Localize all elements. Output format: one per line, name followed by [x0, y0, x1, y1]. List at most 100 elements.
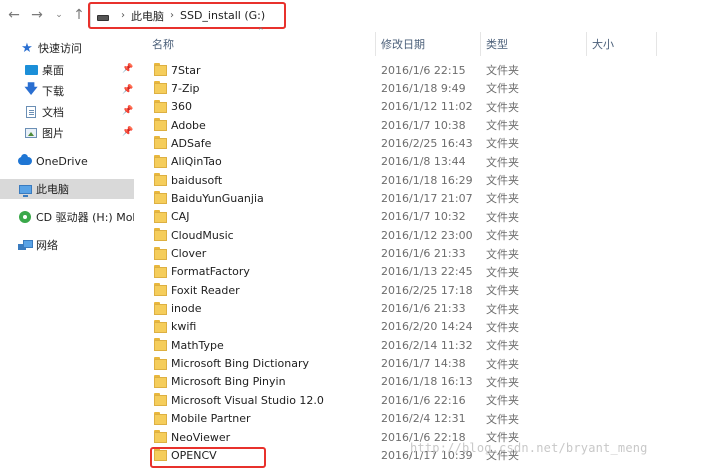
forward-button[interactable]: → [28, 6, 46, 24]
file-row[interactable]: 7-Zip 2016/1/18 9:49 文件夹 [134, 79, 720, 97]
file-modified-date: 2016/2/25 17:18 [381, 283, 473, 297]
folder-icon [154, 338, 167, 352]
sidebar-item-quick-access[interactable]: ★ 快速访问 [0, 38, 134, 58]
folder-icon [154, 154, 167, 168]
file-modified-date: 2016/1/17 21:07 [381, 191, 473, 205]
file-row[interactable]: FormatFactory 2016/1/13 22:45 文件夹 [134, 263, 720, 281]
folder-icon [154, 283, 167, 297]
sidebar-item-network[interactable]: 网络 [0, 235, 134, 255]
folder-icon [154, 173, 167, 187]
file-name: AliQinTao [171, 155, 222, 169]
file-row[interactable]: CAJ 2016/1/7 10:32 文件夹 [134, 208, 720, 226]
file-modified-date: 2016/2/14 11:32 [381, 338, 473, 352]
folder-icon [154, 118, 167, 132]
desktop-icon [24, 63, 38, 77]
folder-icon [154, 319, 167, 333]
folder-icon [154, 430, 167, 443]
file-row[interactable]: kwifi 2016/2/20 14:24 文件夹 [134, 318, 720, 336]
sidebar-item-label: 此电脑 [36, 183, 69, 196]
file-row[interactable]: BaiduYunGuanjia 2016/1/17 21:07 文件夹 [134, 189, 720, 207]
file-type: 文件夹 [486, 174, 519, 188]
file-name: inode [171, 302, 202, 316]
file-name: 360 [171, 100, 192, 114]
file-type: 文件夹 [486, 100, 519, 114]
column-divider[interactable] [375, 32, 376, 56]
sidebar-item-label: 文档 [42, 106, 64, 119]
file-modified-date: 2016/2/25 16:43 [381, 136, 473, 150]
sidebar-item-label: 网络 [36, 239, 58, 252]
file-row[interactable]: Microsoft Bing Pinyin 2016/1/18 16:13 文件夹 [134, 373, 720, 391]
breadcrumb-drive[interactable]: SSD_install (G:) [180, 9, 265, 22]
file-row[interactable]: inode 2016/1/6 21:33 文件夹 [134, 300, 720, 318]
file-row[interactable]: ADSafe 2016/2/25 16:43 文件夹 [134, 134, 720, 152]
file-row[interactable]: Microsoft Bing Dictionary 2016/1/7 14:38 文… [134, 355, 720, 373]
file-name: Mobile Partner [171, 412, 251, 426]
column-header-date[interactable]: 修改日期 [381, 34, 481, 54]
sidebar-item-this-pc[interactable]: 此电脑 [0, 179, 134, 199]
column-header-size[interactable]: 大小 [592, 34, 656, 54]
file-row[interactable]: baidusoft 2016/1/18 16:29 文件夹 [134, 171, 720, 189]
file-modified-date: 2016/1/7 10:38 [381, 118, 466, 132]
back-button[interactable]: ← [5, 6, 23, 24]
folder-icon [154, 448, 167, 462]
file-type: 文件夹 [486, 284, 519, 298]
file-name: ADSafe [171, 136, 212, 150]
sidebar-item-onedrive[interactable]: OneDrive [0, 151, 134, 171]
file-row[interactable]: Adobe 2016/1/7 10:38 文件夹 [134, 116, 720, 134]
folder-icon [154, 356, 167, 370]
file-name: 7-Zip [171, 81, 200, 95]
file-type: 文件夹 [486, 192, 519, 206]
download-icon: 🡇 [24, 82, 38, 97]
file-name: Microsoft Bing Pinyin [171, 375, 286, 389]
pin-icon: 📌 [122, 106, 134, 116]
sidebar-item-downloads[interactable]: 🡇 下载 📌 [0, 81, 134, 101]
sidebar-item-label: 下载 [42, 85, 64, 98]
file-modified-date: 2016/2/4 12:31 [381, 412, 466, 426]
sidebar-item-documents[interactable]: 文档 📌 [0, 102, 134, 122]
file-modified-date: 2016/1/18 16:29 [381, 173, 473, 187]
column-header-name[interactable]: 名称 [152, 34, 374, 54]
column-divider[interactable] [480, 32, 481, 56]
file-row[interactable]: Microsoft Visual Studio 12.0 2016/1/6 22:… [134, 391, 720, 409]
sidebar-item-desktop[interactable]: 桌面 📌 [0, 60, 134, 80]
file-type: 文件夹 [486, 265, 519, 279]
file-name: MathType [171, 338, 224, 352]
column-header-type[interactable]: 类型 [486, 34, 586, 54]
folder-icon [154, 246, 167, 260]
folder-icon [154, 81, 167, 95]
folder-icon [154, 191, 167, 205]
file-name: CloudMusic [171, 228, 234, 242]
file-modified-date: 2016/1/12 11:02 [381, 100, 473, 114]
breadcrumb-separator: › [170, 10, 174, 21]
column-divider[interactable] [656, 32, 657, 56]
file-row[interactable]: Clover 2016/1/6 21:33 文件夹 [134, 245, 720, 263]
sidebar-item-label: 桌面 [42, 64, 64, 77]
file-row[interactable]: MathType 2016/2/14 11:32 文件夹 [134, 336, 720, 354]
cloud-icon [18, 154, 32, 168]
breadcrumb-this-pc[interactable]: 此电脑 [131, 8, 164, 24]
address-bar[interactable]: › 此电脑 › SSD_install (G:) [90, 3, 286, 28]
file-modified-date: 2016/1/6 22:15 [381, 63, 466, 77]
file-row[interactable]: Foxit Reader 2016/2/25 17:18 文件夹 [134, 281, 720, 299]
sidebar-item-cd-drive[interactable]: CD 驱动器 (H:) Mob [0, 207, 134, 227]
file-type: 文件夹 [486, 357, 519, 371]
file-row[interactable]: 360 2016/1/12 11:02 文件夹 [134, 98, 720, 116]
file-row[interactable]: CloudMusic 2016/1/12 23:00 文件夹 [134, 226, 720, 244]
arrow-right-icon: → [31, 7, 43, 23]
recent-locations-button[interactable]: ⌄ [53, 6, 65, 24]
folder-icon [154, 393, 167, 407]
sidebar-item-pictures[interactable]: 图片 📌 [0, 123, 134, 143]
pin-icon: 📌 [122, 85, 134, 95]
file-row[interactable]: Mobile Partner 2016/2/4 12:31 文件夹 [134, 410, 720, 428]
file-type: 文件夹 [486, 412, 519, 426]
file-row[interactable]: AliQinTao 2016/1/8 13:44 文件夹 [134, 153, 720, 171]
file-name: Microsoft Bing Dictionary [171, 357, 310, 371]
file-name: Foxit Reader [171, 283, 240, 297]
column-divider[interactable] [586, 32, 587, 56]
file-row[interactable]: 7Star 2016/1/6 22:15 文件夹 [134, 61, 720, 79]
file-modified-date: 2016/1/7 10:32 [381, 210, 466, 224]
file-type: 文件夹 [486, 229, 519, 243]
file-list: 7Star 2016/1/6 22:15 文件夹 7-Zip 2016/1/18 9:4… [134, 60, 720, 468]
up-button[interactable]: ↑ [70, 6, 88, 24]
folder-icon [154, 136, 167, 150]
